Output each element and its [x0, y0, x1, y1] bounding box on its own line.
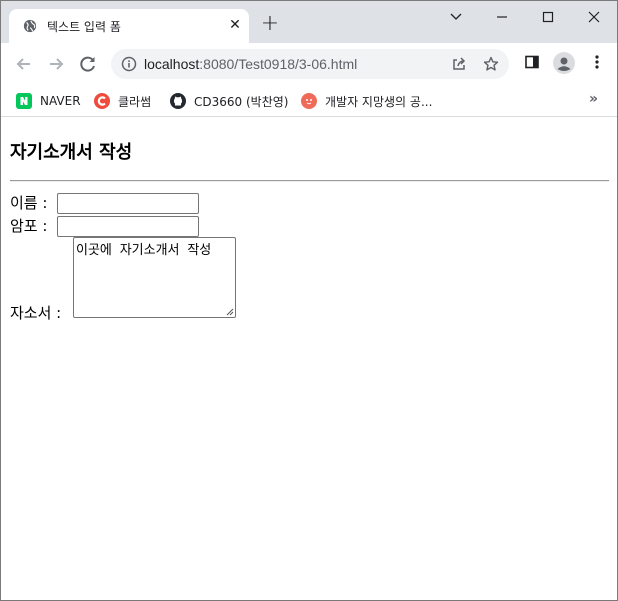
tab-title: 텍스트 입력 폼	[47, 20, 121, 34]
globe-icon	[23, 19, 37, 33]
password-label: 암포 :	[10, 217, 48, 235]
intro-textarea[interactable]: 이곳에 자기소개서 작성	[73, 237, 236, 318]
minimize-icon[interactable]	[479, 5, 525, 29]
forward-arrow-icon[interactable]	[45, 53, 67, 75]
blog-icon	[301, 93, 317, 109]
github-icon	[170, 93, 186, 109]
bookmarks-more-icon[interactable]: »	[589, 91, 598, 107]
menu-kebab-icon[interactable]	[589, 54, 605, 70]
back-arrow-icon[interactable]	[13, 53, 35, 75]
page-title: 자기소개서 작성	[10, 142, 133, 163]
star-icon[interactable]	[483, 56, 499, 72]
bookmark-naver[interactable]: NAVER	[16, 92, 81, 110]
tab-close-icon[interactable]: ✕	[226, 16, 244, 34]
browser-window: 텍스트 입력 폼 ✕ + localhost:8080/Test0918/3-0…	[0, 0, 618, 601]
reload-icon[interactable]	[77, 53, 99, 75]
window-close-icon[interactable]	[571, 5, 617, 29]
side-panel-icon[interactable]	[524, 54, 540, 70]
bookmark-label: 개발자 지망생의 공...	[325, 94, 433, 109]
bookmarks-bar: NAVER 클라썸 CD3660 (박찬영) 개발자 지망생의 공... »	[1, 85, 617, 117]
bookmark-label: 클라썸	[118, 94, 152, 109]
profile-avatar-icon[interactable]	[553, 52, 575, 74]
bookmark-github[interactable]: CD3660 (박찬영)	[170, 92, 288, 110]
classum-icon	[94, 93, 110, 109]
name-input[interactable]	[57, 193, 199, 214]
intro-textarea-value[interactable]: 이곳에 자기소개서 작성	[76, 243, 211, 258]
url-text[interactable]: localhost:8080/Test0918/3-06.html	[144, 56, 357, 72]
bookmark-label: CD3660 (박찬영)	[194, 94, 289, 109]
tab-active[interactable]: 텍스트 입력 폼 ✕	[9, 9, 249, 43]
password-input[interactable]	[57, 216, 199, 237]
bookmark-classum[interactable]: 클라썸	[94, 92, 151, 110]
new-tab-button[interactable]: +	[258, 13, 282, 37]
name-label: 이름 :	[10, 194, 48, 212]
toolbar: localhost:8080/Test0918/3-06.html	[1, 43, 617, 85]
info-icon[interactable]	[121, 56, 137, 72]
address-bar[interactable]: localhost:8080/Test0918/3-06.html	[111, 49, 509, 79]
resize-grip-icon[interactable]	[226, 308, 234, 316]
page-content: 자기소개서 작성 이름 : 암포 : 자소서 : 이곳에 자기소개서 작성	[1, 118, 617, 600]
share-icon[interactable]	[451, 56, 467, 72]
bookmark-blog[interactable]: 개발자 지망생의 공...	[301, 92, 432, 110]
tab-strip: 텍스트 입력 폼 ✕ +	[1, 1, 617, 43]
naver-icon	[16, 93, 32, 109]
maximize-icon[interactable]	[525, 5, 571, 29]
tab-search-icon[interactable]	[433, 5, 479, 29]
horizontal-rule	[10, 180, 609, 182]
bookmark-label: NAVER	[40, 94, 81, 108]
intro-label: 자소서 :	[10, 304, 62, 322]
